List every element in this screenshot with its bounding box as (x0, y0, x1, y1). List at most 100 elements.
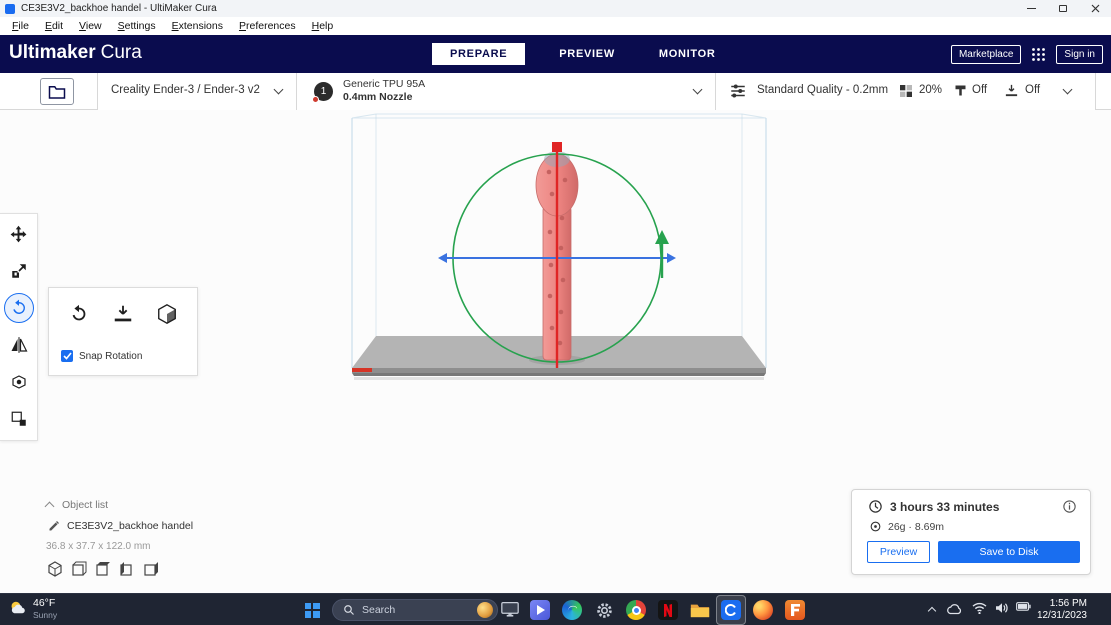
per-model-settings-button[interactable] (4, 367, 34, 397)
object-list-item[interactable]: CE3E3V2_backhoe handel (48, 520, 193, 532)
scale-tool-button[interactable] (4, 256, 34, 286)
search-box[interactable]: Search (332, 599, 498, 621)
gear-icon (596, 602, 612, 618)
taskbar-app-media[interactable] (525, 595, 555, 625)
gizmo-z-handle[interactable] (552, 142, 562, 152)
rotate-tool-panel: Snap Rotation (48, 287, 198, 376)
taskbar-app-chrome[interactable] (621, 595, 651, 625)
info-icon[interactable] (1062, 499, 1077, 514)
volume-icon[interactable] (995, 602, 1009, 614)
view-right-icon[interactable] (143, 561, 159, 577)
logo-cura: Cura (100, 42, 142, 63)
hidden-icons-button[interactable] (927, 605, 937, 616)
menu-view[interactable]: View (71, 18, 110, 34)
preview-button[interactable]: Preview (867, 541, 930, 563)
adhesion-icon (1005, 84, 1018, 97)
mirror-tool-button[interactable] (4, 330, 34, 360)
taskbar-app-f[interactable] (780, 595, 810, 625)
material-selector[interactable]: 1 Generic TPU 95A 0.4mm Nozzle (296, 73, 715, 110)
file-explorer-icon (690, 604, 710, 617)
taskbar-app-explorer[interactable] (685, 595, 715, 625)
bing-daily-icon[interactable] (477, 602, 493, 618)
taskbar-app-netflix[interactable] (653, 595, 683, 625)
taskbar-clock[interactable]: 1:56 PM 12/31/2023 (1037, 598, 1087, 622)
view-3d-icon[interactable] (47, 561, 63, 577)
snap-rotation-row: Snap Rotation (61, 350, 142, 362)
clock-date: 12/31/2023 (1036, 610, 1087, 621)
weather-temp: 46°F (33, 597, 56, 609)
snap-rotation-checkbox[interactable] (61, 350, 73, 362)
view-top-icon[interactable] (95, 561, 111, 577)
close-button[interactable] (1079, 0, 1111, 17)
windows-taskbar: 46°F Sunny Search 1:56 PM 12/31/2023 (0, 593, 1111, 625)
marketplace-button[interactable]: Marketplace (950, 44, 1022, 64)
media-app-icon (530, 600, 550, 620)
clock-time: 1:56 PM (1049, 598, 1087, 609)
menu-edit[interactable]: Edit (37, 18, 71, 34)
taskbar-app-monitor[interactable] (495, 595, 525, 625)
menu-settings[interactable]: Settings (110, 18, 164, 34)
windows-logo-icon (304, 602, 320, 618)
tool-column (0, 213, 38, 441)
maximize-button[interactable] (1047, 0, 1079, 17)
minimize-button[interactable] (1015, 0, 1047, 17)
taskbar-app-firefox[interactable] (748, 595, 778, 625)
open-file-button[interactable] (40, 78, 74, 105)
wifi-icon[interactable] (972, 602, 987, 614)
select-face-button[interactable] (156, 303, 178, 325)
move-tool-button[interactable] (4, 219, 34, 249)
extruder-number: 1 (320, 86, 327, 97)
tab-monitor[interactable]: MONITOR (649, 43, 726, 65)
nozzle-size: 0.4mm Nozzle (343, 91, 413, 103)
per-model-settings-icon (11, 375, 26, 389)
taskbar-app-cura[interactable] (716, 595, 746, 625)
move-icon (10, 225, 27, 242)
minimize-icon (1026, 8, 1036, 9)
rotate-tool-button[interactable] (3, 293, 34, 323)
menu-file[interactable]: File (4, 18, 37, 34)
profile-label: Standard Quality - 0.2mm (757, 84, 889, 96)
check-icon (62, 352, 72, 360)
material-color-dot (312, 96, 319, 103)
object-list-toggle[interactable]: Object list (44, 499, 109, 512)
main-header: Ultimaker Cura PREPARE PREVIEW MONITOR Ma… (0, 35, 1111, 73)
printer-selector[interactable]: Creality Ender-3 / Ender-3 v2 (97, 73, 296, 110)
object-list-label: Object list (62, 499, 109, 511)
support-blocker-button[interactable] (4, 404, 34, 434)
tab-preview[interactable]: PREVIEW (549, 43, 625, 65)
chevron-down-icon (692, 84, 703, 95)
view-left-icon[interactable] (119, 561, 135, 577)
rotate-panel-actions (49, 288, 197, 325)
support-value: Off (972, 84, 988, 96)
save-to-disk-button[interactable]: Save to Disk (938, 541, 1080, 563)
object-dimensions: 36.8 x 37.7 x 122.0 mm (46, 541, 151, 552)
weather-widget[interactable]: 46°F Sunny (8, 597, 57, 620)
rotate-icon (12, 299, 25, 314)
reset-rotation-button[interactable] (68, 303, 90, 325)
menu-extensions[interactable]: Extensions (164, 18, 231, 34)
close-icon (1091, 4, 1099, 13)
taskbar-app-settings[interactable] (589, 595, 619, 625)
printer-name: Creality Ender-3 / Ender-3 v2 (111, 84, 260, 96)
onedrive-icon[interactable] (946, 602, 963, 615)
search-placeholder: Search (362, 604, 396, 616)
view-front-icon[interactable] (71, 561, 87, 577)
cura-app-icon (5, 3, 15, 14)
battery-icon[interactable] (1016, 602, 1031, 611)
firefox-icon (753, 600, 773, 620)
taskbar-app-edge[interactable] (557, 595, 587, 625)
print-settings-selector[interactable]: Standard Quality - 0.2mm 20% Off Off (715, 73, 1096, 110)
menu-help[interactable]: Help (304, 18, 342, 34)
rotation-gizmo[interactable] (438, 142, 676, 368)
maximize-icon (1059, 5, 1067, 12)
weather-icon (11, 601, 25, 614)
menu-preferences[interactable]: Preferences (231, 18, 304, 34)
sign-in-button[interactable]: Sign in (1056, 44, 1103, 64)
lay-flat-button[interactable] (112, 303, 134, 325)
start-button[interactable] (297, 595, 327, 625)
edge-icon (562, 600, 582, 620)
apps-grid-icon[interactable] (1031, 47, 1046, 62)
chevron-up-icon (44, 501, 55, 512)
window-titlebar: CE3E3V2_backhoe handel - UltiMaker Cura (0, 0, 1111, 17)
tab-prepare[interactable]: PREPARE (432, 43, 526, 65)
